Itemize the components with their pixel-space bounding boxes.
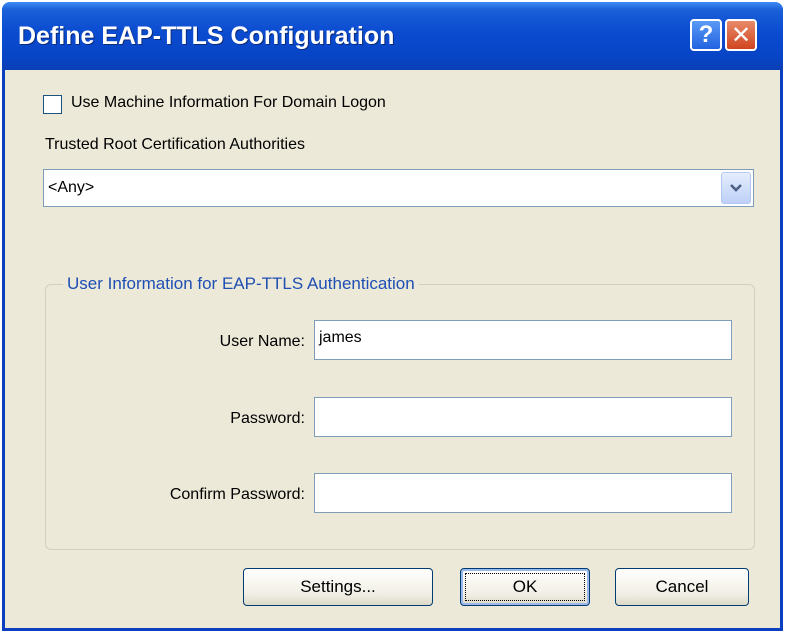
focus-ring (465, 573, 585, 601)
close-icon: ✕ (730, 21, 752, 49)
confirm-password-input[interactable] (314, 473, 732, 513)
help-button[interactable]: ? (690, 19, 722, 51)
password-input[interactable] (314, 397, 732, 437)
user-name-label: User Name: (219, 333, 305, 350)
eap-ttls-dialog: Define EAP-TTLS Configuration ? ✕ Use Ma… (2, 2, 783, 631)
trusted-roots-selected-value: <Any> (48, 179, 95, 196)
trusted-roots-label: Trusted Root Certification Authorities (45, 136, 305, 153)
title-bar[interactable]: Define EAP-TTLS Configuration ? ✕ (2, 2, 783, 70)
machine-info-checkbox-label[interactable]: Use Machine Information For Domain Logon (71, 94, 386, 112)
chevron-down-icon (730, 184, 742, 192)
trusted-roots-dropdown[interactable]: <Any> (43, 169, 754, 207)
settings-button[interactable]: Settings... (243, 568, 433, 606)
dropdown-button[interactable] (721, 172, 751, 204)
help-icon: ? (698, 21, 714, 48)
ok-button[interactable]: OK (460, 568, 590, 606)
confirm-password-label: Confirm Password: (169, 486, 305, 503)
close-button[interactable]: ✕ (725, 19, 757, 51)
settings-button-label: Settings... (300, 577, 376, 596)
cancel-button-label: Cancel (655, 577, 709, 596)
machine-info-checkbox[interactable] (43, 95, 62, 114)
dialog-title: Define EAP-TTLS Configuration (18, 22, 395, 50)
user-name-input[interactable]: james (314, 320, 732, 360)
password-label: Password: (230, 410, 305, 427)
cancel-button[interactable]: Cancel (615, 568, 749, 606)
user-info-group-title: User Information for EAP-TTLS Authentica… (63, 274, 419, 294)
